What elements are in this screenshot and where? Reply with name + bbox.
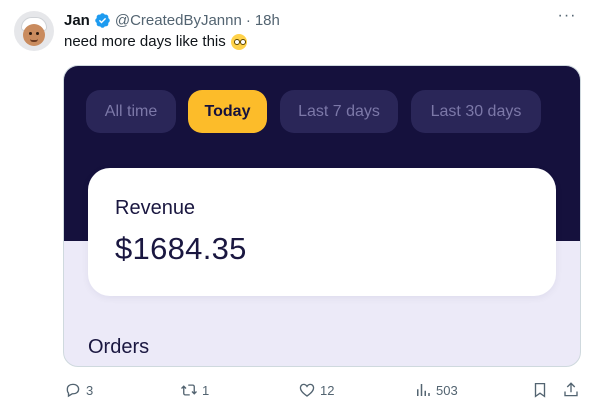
like-icon [299,383,315,397]
tweet-actions: 3 1 12 503 [0,378,592,402]
views-count: 503 [436,382,458,398]
avatar-eye [29,32,32,35]
tweet-media[interactable]: All time Today Last 7 days Last 30 days … [63,65,581,367]
tab-last-30-days[interactable]: Last 30 days [411,90,541,133]
tab-label: Today [204,102,251,120]
retweet-icon [181,384,197,396]
tab-label: Last 30 days [430,102,522,120]
tab-label: Last 7 days [298,102,380,120]
tab-label: All time [104,102,158,120]
more-icon[interactable]: ··· [556,8,578,29]
emoji-icon [230,33,247,50]
revenue-label: Revenue [115,197,196,219]
revenue-value: $1684.35 [115,231,247,266]
separator-dot: · [245,11,251,29]
author-handle[interactable]: @CreatedByJannn [115,12,242,29]
tab-today[interactable]: Today [188,90,267,133]
avatar-eye [36,32,39,35]
tweet-text-content: need more days like this [64,33,226,50]
share-button[interactable] [562,378,580,402]
like-button[interactable]: 12 [298,378,334,402]
like-count: 12 [320,382,335,398]
share-icon [564,382,578,397]
revenue-card: Revenue $1684.35 [88,168,556,296]
reply-icon [66,383,80,398]
author-name[interactable]: Jan [64,12,90,29]
tweet-time[interactable]: 18h [255,12,280,29]
avatar-face [23,24,45,46]
tweet-header: Jan @CreatedByJannn · 18h [64,10,280,30]
avatar[interactable] [14,11,54,51]
retweet-button[interactable]: 1 [180,378,209,402]
views-icon [417,384,430,396]
tab-last-7-days[interactable]: Last 7 days [280,90,398,133]
orders-label: Orders [88,336,150,358]
reply-count: 3 [86,382,94,398]
verified-badge-icon [95,12,110,28]
bookmark-button[interactable] [531,378,549,402]
retweet-count: 1 [202,382,210,398]
tweet-text: need more days like this [64,33,247,50]
views-button[interactable]: 503 [414,378,458,402]
reply-button[interactable]: 3 [64,378,93,402]
bookmark-icon [534,382,546,398]
tab-all-time[interactable]: All time [86,90,176,133]
